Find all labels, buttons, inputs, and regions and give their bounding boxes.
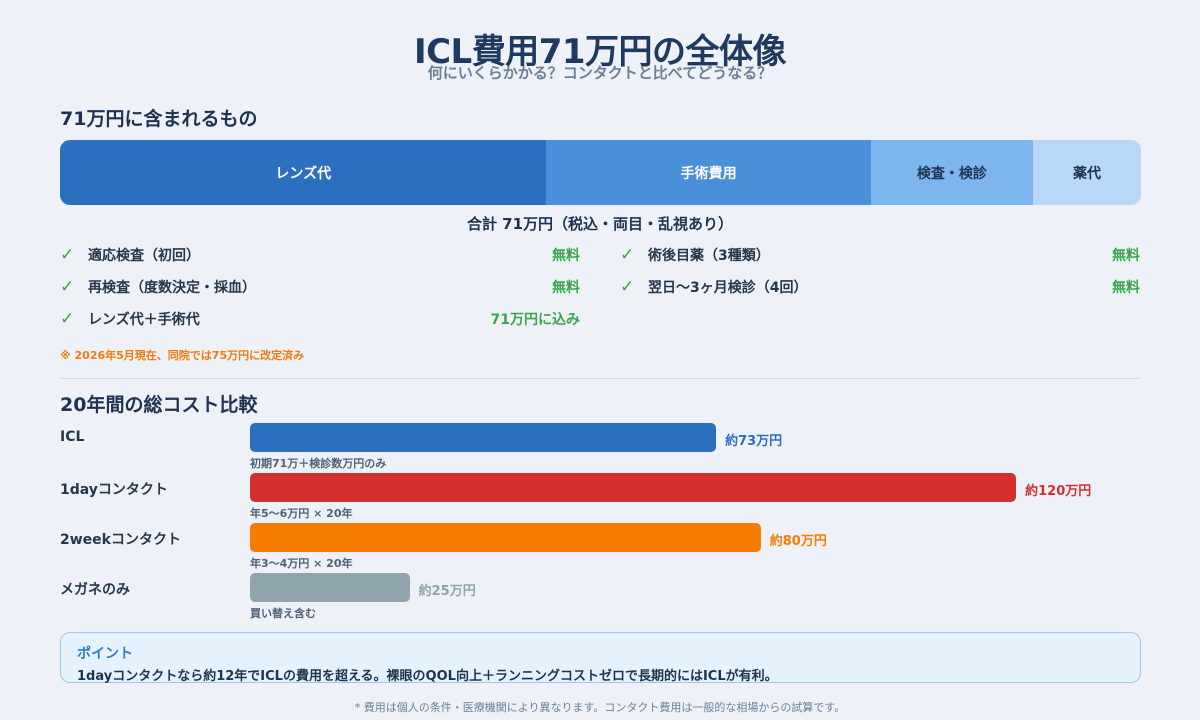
included-item-label: 再検査（度数決定・採血） <box>88 280 256 296</box>
included-item: ✓ 翌日〜3ヶ月検診（4回） 無料 <box>620 275 1140 299</box>
point-text: 1dayコンタクトなら約12年でICLの費用を超える。裸眼のQOL向上＋ランニン… <box>77 669 778 684</box>
breakdown-segment: 手術費用 <box>546 140 871 205</box>
cost-bar <box>250 423 717 452</box>
check-icon: ✓ <box>60 245 75 265</box>
category-label: メガネのみ <box>60 582 130 598</box>
bar-value-label: 約73万円 <box>725 434 783 449</box>
cost-bar <box>250 473 1017 502</box>
bar-sub-label: 初期71万＋検診数万円のみ <box>250 457 387 470</box>
breakdown-total: 合計 71万円（税込・両目・乱視あり） <box>466 215 734 233</box>
included-item: ✓ 術後目薬（3種類） 無料 <box>620 243 1140 267</box>
category-label: 1dayコンタクト <box>60 482 168 498</box>
cost-bar <box>250 573 410 602</box>
included-item-label: レンズ代＋手術代 <box>88 312 200 328</box>
included-item-label: 適応検査（初回） <box>88 248 200 264</box>
price-revision-note: ※ 2026年5月現在、同院では75万円に改定済み <box>60 349 305 362</box>
breakdown-segment: レンズ代 <box>60 140 547 205</box>
bar-value-label: 約25万円 <box>418 584 476 599</box>
page-subtitle: 何にいくらかかる？コンタクトと比べてどうなる？ <box>427 64 773 82</box>
check-icon: ✓ <box>620 277 635 297</box>
included-item-value: 無料 <box>1112 280 1140 296</box>
included-item-label: 術後目薬（3種類） <box>648 248 770 264</box>
breakdown-segment: 薬代 <box>1032 140 1141 205</box>
section-divider <box>60 378 1141 379</box>
check-icon: ✓ <box>60 277 75 297</box>
bar-sub-label: 買い替え含む <box>250 607 316 620</box>
bar-sub-label: 年5〜6万円 × 20年 <box>250 507 353 520</box>
breakdown-segment: 検査・検診 <box>870 140 1033 205</box>
category-label: 2weekコンタクト <box>60 532 181 548</box>
bar-value-label: 約80万円 <box>769 534 827 549</box>
included-item: ✓ レンズ代＋手術代 71万円に込み <box>60 307 580 331</box>
disclaimer-footer: * 費用は個人の条件・医療機関により異なります。コンタクト費用は一般的な相場から… <box>354 701 846 714</box>
check-icon: ✓ <box>620 245 635 265</box>
chart-title: 20年間の総コスト比較 <box>60 394 258 416</box>
check-icon: ✓ <box>60 309 75 329</box>
included-item-value: 無料 <box>552 248 580 264</box>
cost-bar <box>250 523 761 552</box>
included-item-value: 無料 <box>552 280 580 296</box>
category-label: ICL <box>60 429 85 445</box>
included-item-value: 71万円に込み <box>490 312 580 328</box>
included-item: ✓ 再検査（度数決定・採血） 無料 <box>60 275 580 299</box>
included-item: ✓ 適応検査（初回） 無料 <box>60 243 580 267</box>
point-callout: ポイント 1dayコンタクトなら約12年でICLの費用を超える。裸眼のQOL向上… <box>60 632 1141 684</box>
cost-breakdown-stacked-bar: レンズ代 手術費用 検査・検診 薬代 <box>60 140 1141 205</box>
bar-sub-label: 年3〜4万円 × 20年 <box>250 557 353 570</box>
point-title: ポイント <box>77 646 133 662</box>
breakdown-section-title: 71万円に含まれるもの <box>60 108 258 130</box>
bar-value-label: 約120万円 <box>1025 484 1092 499</box>
included-item-value: 無料 <box>1112 248 1140 264</box>
included-item-label: 翌日〜3ヶ月検診（4回） <box>648 280 808 296</box>
